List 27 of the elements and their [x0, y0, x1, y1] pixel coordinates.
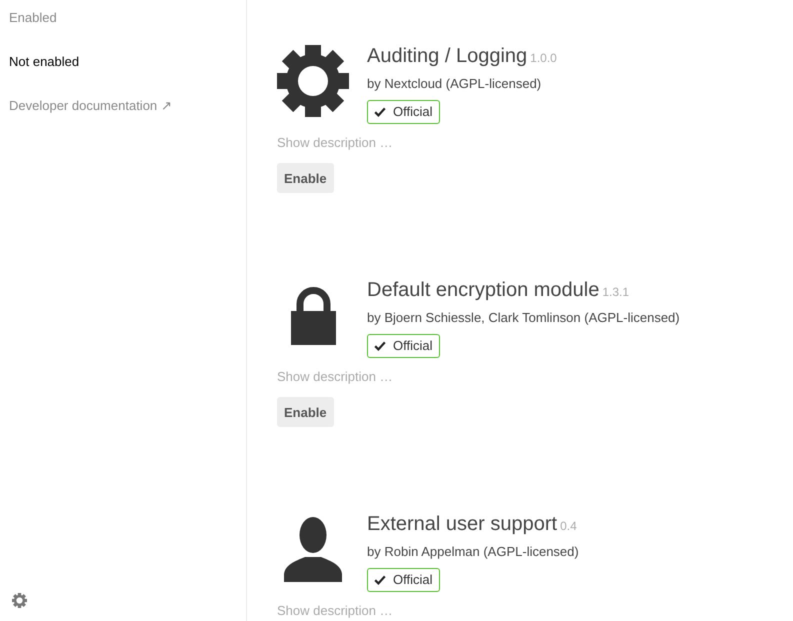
app-version: 1.3.1 — [602, 285, 630, 299]
app-author: by Robin Appelman (AGPL-licensed) — [367, 543, 579, 561]
check-icon — [374, 107, 386, 117]
lock-icon — [290, 286, 336, 344]
sidebar-item[interactable]: Not enabled — [9, 52, 80, 72]
app-version: 0.4 — [560, 519, 577, 533]
app-title: External user support — [367, 513, 558, 535]
settings-icon[interactable] — [12, 593, 27, 608]
check-icon — [374, 341, 386, 351]
show-description-link[interactable]: Show description … — [277, 369, 393, 384]
sidebar-item[interactable]: Developer documentation ↗ — [9, 96, 172, 116]
gear-icon — [277, 45, 349, 117]
app-version: 1.0.0 — [530, 51, 557, 65]
sidebar-item[interactable]: Enabled — [9, 8, 57, 28]
app-title: Default encryption module — [367, 279, 600, 301]
show-description-link[interactable]: Show description … — [277, 135, 393, 150]
badge-label: Official — [393, 571, 432, 589]
show-description-link[interactable]: Show description … — [277, 603, 393, 618]
app-author: by Bjoern Schiessle, Clark Tomlinson (AGPL-licensed) — [367, 309, 680, 327]
app-title: Auditing / Logging — [367, 45, 528, 67]
badge-label: Official — [393, 337, 432, 355]
person-icon — [284, 516, 342, 582]
enable-button[interactable]: Enable — [277, 397, 334, 427]
check-icon — [374, 575, 386, 585]
enable-button[interactable]: Enable — [277, 163, 334, 193]
badge-label: Official — [393, 103, 432, 121]
app-author: by Nextcloud (AGPL-licensed) — [367, 75, 542, 93]
